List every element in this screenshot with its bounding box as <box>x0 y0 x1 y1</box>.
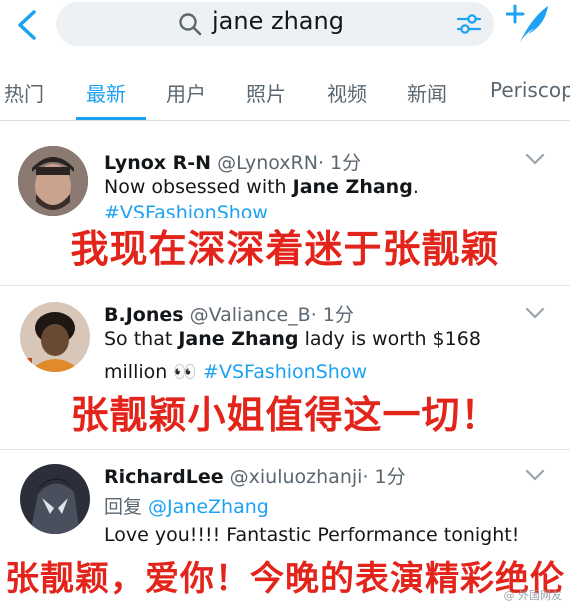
avatar-image <box>20 302 90 372</box>
tweet-author-line: Lynox R-N @LynoxRN· 1分 <box>104 148 361 175</box>
chevron-down-icon[interactable] <box>524 152 546 166</box>
search-tabs: 热门 最新 用户 照片 视频 新闻 Periscop <box>0 66 570 121</box>
active-tab-indicator <box>76 117 146 120</box>
tweet-time: · 1分 <box>362 466 406 488</box>
tweet-time: · 1分 <box>310 304 354 326</box>
tweet-item[interactable]: RichardLee @xiuluozhanji· 1分 回复 @JaneZha… <box>0 450 570 609</box>
display-name[interactable]: B.Jones <box>104 304 184 326</box>
compose-feather-icon <box>505 4 548 42</box>
back-button[interactable] <box>10 6 44 44</box>
tweet-author-line: B.Jones @Valiance_B· 1分 <box>104 300 354 327</box>
tweet-text: So that Jane Zhang lady is worth $168 <box>104 328 481 350</box>
overlay-caption: 张靓颖，爱你！今晚的表演精彩绝伦 <box>0 550 570 608</box>
chevron-left-icon <box>18 10 36 40</box>
tab-top[interactable]: 热门 <box>4 78 44 107</box>
search-field[interactable]: jane zhang <box>56 2 494 46</box>
tweet-text-part: million 👀 <box>104 361 204 383</box>
tweet-text-part: lady is worth $168 <box>298 328 481 350</box>
tweet-text-part: . <box>412 176 419 198</box>
avatar[interactable] <box>20 464 90 534</box>
hashtag-link[interactable]: #VSFashionShow <box>203 361 367 383</box>
search-query[interactable]: jane zhang <box>212 7 344 35</box>
avatar[interactable] <box>18 146 88 216</box>
tab-latest[interactable]: 最新 <box>86 78 126 107</box>
avatar[interactable] <box>20 302 90 372</box>
tab-people[interactable]: 用户 <box>166 78 206 107</box>
overlay-caption: 我现在深深着迷于张靓颖 <box>0 218 570 280</box>
watermark: @ 外国网友 <box>503 589 563 602</box>
display-name[interactable]: RichardLee <box>104 466 224 488</box>
display-name[interactable]: Lynox R-N <box>104 152 211 174</box>
tab-news[interactable]: 新闻 <box>407 78 447 107</box>
tweet-text-line2: million 👀 #VSFashionShow <box>104 360 367 383</box>
user-handle[interactable]: @xiuluozhanji <box>230 466 363 488</box>
tweet-text-part: So that <box>104 328 179 350</box>
tab-photos[interactable]: 照片 <box>246 78 286 107</box>
tab-videos[interactable]: 视频 <box>327 78 367 107</box>
tweet-item[interactable]: B.Jones @Valiance_B· 1分 So that Jane Zha… <box>0 286 570 450</box>
tweet-text-part: Now obsessed with <box>104 176 293 198</box>
compose-tweet-button[interactable] <box>505 2 552 50</box>
search-icon <box>179 13 202 36</box>
tab-periscope[interactable]: Periscop <box>490 78 570 102</box>
tweet-time: · 1分 <box>317 152 362 174</box>
reply-context: 回复 @JaneZhang <box>104 492 269 519</box>
top-bar: jane zhang <box>0 0 570 58</box>
tweet-text: Love you!!!! Fantastic Performance tonig… <box>104 524 520 546</box>
tweet-text: Now obsessed with Jane Zhang. <box>104 176 419 198</box>
mention-link[interactable]: @JaneZhang <box>148 496 269 518</box>
filter-sliders-icon[interactable] <box>456 12 482 36</box>
reply-label: 回复 <box>104 496 149 518</box>
tweet-item[interactable]: Lynox R-N @LynoxRN· 1分 Now obsessed with… <box>0 136 570 286</box>
user-handle[interactable]: @Valiance_B <box>190 304 311 326</box>
highlighted-query: Jane Zhang <box>178 328 299 350</box>
chevron-down-icon[interactable] <box>524 306 546 320</box>
highlighted-query: Jane Zhang <box>292 176 413 198</box>
chevron-down-icon[interactable] <box>524 468 546 482</box>
overlay-caption: 张靓颖小姐值得这一切！ <box>0 384 570 446</box>
avatar-image <box>18 146 88 216</box>
tweet-author-line: RichardLee @xiuluozhanji· 1分 <box>104 462 406 489</box>
avatar-image <box>20 464 90 534</box>
user-handle[interactable]: @LynoxRN <box>217 152 318 174</box>
